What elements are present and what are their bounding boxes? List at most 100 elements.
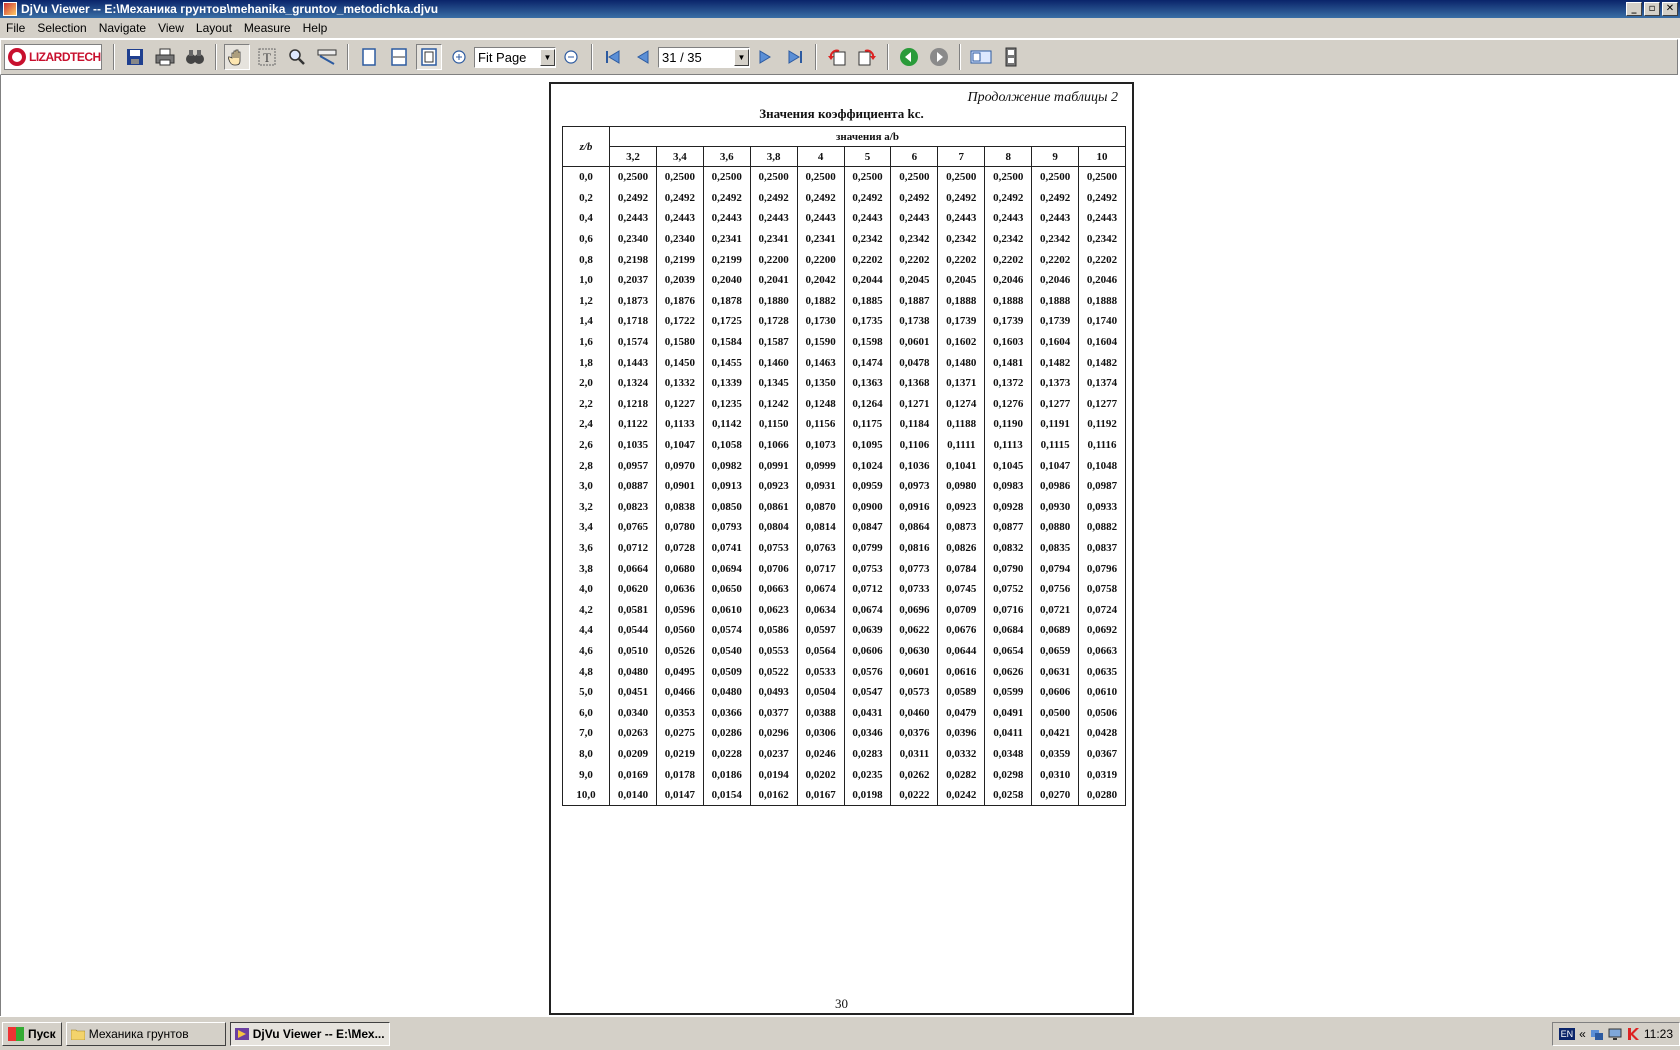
fit-page-button[interactable] — [416, 44, 442, 70]
page-number-select[interactable]: 31 / 35 ▼ — [658, 46, 750, 68]
fit-width-button[interactable] — [386, 44, 412, 70]
column-header: 9 — [1031, 146, 1079, 167]
measure-tool-button[interactable] — [314, 44, 340, 70]
table-cell: 0,2443 — [890, 208, 938, 229]
continuous-view-button[interactable] — [998, 44, 1024, 70]
table-cell: 0,1191 — [1031, 414, 1079, 435]
table-cell: 0,2342 — [1031, 228, 1079, 250]
table-cell: 0,0916 — [890, 496, 938, 518]
next-page-button[interactable] — [752, 44, 778, 70]
close-button[interactable]: ✕ — [1662, 2, 1678, 16]
last-page-button[interactable] — [782, 44, 808, 70]
rotate-left-button[interactable] — [824, 44, 850, 70]
thumbnails-button[interactable] — [968, 44, 994, 70]
document-view[interactable]: Продолжение таблицы 2 Значения коэффицие… — [0, 75, 1680, 1016]
table-cell: 0,0194 — [749, 764, 798, 785]
table-cell: 0,0826 — [937, 537, 985, 559]
back-arrow-icon — [900, 48, 918, 66]
table-cell: 0,0717 — [796, 558, 845, 579]
antivirus-icon[interactable] — [1626, 1027, 1640, 1041]
menu-navigate[interactable]: Navigate — [93, 21, 152, 35]
row-label-cell: 4,8 — [562, 661, 610, 682]
table-cell: 0,1482 — [1031, 352, 1079, 373]
task-label: Механика грунтов — [88, 1026, 189, 1041]
row-label-cell: 4,0 — [562, 578, 610, 600]
find-button[interactable] — [182, 44, 208, 70]
table-cell: 0,1277 — [1031, 393, 1079, 415]
start-button[interactable]: Пуск — [2, 1021, 62, 1046]
actual-size-button[interactable] — [356, 44, 382, 70]
table-cell: 0,1598 — [843, 331, 891, 353]
lizardtech-logo[interactable]: LIZARDTECH — [4, 44, 102, 70]
table-cell: 0,1455 — [702, 352, 751, 373]
table-row: 0,4 0,2443 0,2443 0,2443 0,2443 0,2443 0,2443 0… — [562, 208, 1126, 229]
table-cell: 0,0202 — [796, 764, 845, 785]
minimize-button[interactable]: _ — [1626, 2, 1642, 16]
table-cell: 0,0599 — [984, 681, 1032, 703]
maximize-button[interactable]: ▫ — [1644, 2, 1660, 16]
zoom-in-button[interactable] — [446, 44, 472, 70]
table-continuation-label: Продолжение таблицы 2 — [967, 90, 1118, 105]
forward-button[interactable] — [926, 44, 952, 70]
monitor-icon[interactable] — [1608, 1027, 1622, 1041]
table-cell: 0,1739 — [937, 311, 985, 332]
table-cell: 0,0564 — [796, 640, 845, 662]
first-page-button[interactable] — [600, 44, 626, 70]
zoom-tool-button[interactable] — [284, 44, 310, 70]
table-cell: 0,2341 — [796, 228, 845, 250]
zoom-out-button[interactable] — [558, 44, 584, 70]
table-cell: 0,1371 — [937, 372, 985, 394]
print-button[interactable] — [152, 44, 178, 70]
table-cell: 0,1722 — [655, 311, 704, 332]
table-cell: 0,1041 — [937, 455, 985, 476]
table-cell: 0,1277 — [1078, 393, 1126, 415]
chevron-down-icon[interactable]: ▼ — [734, 48, 749, 66]
back-button[interactable] — [896, 44, 922, 70]
table-cell: 0,1725 — [702, 311, 751, 332]
table-cell: 0,2342 — [937, 228, 985, 250]
table-cell: 0,2202 — [937, 249, 985, 270]
text-select-button[interactable]: T — [254, 44, 280, 70]
table-cell: 0,0491 — [984, 702, 1032, 724]
zoom-select[interactable]: Fit Page ▼ — [474, 46, 556, 68]
table-cell: 0,2492 — [749, 187, 798, 209]
table-cell: 0,1024 — [843, 455, 891, 476]
table-cell: 0,1047 — [1031, 455, 1079, 476]
table-cell: 0,0553 — [749, 640, 798, 662]
table-cell: 0,0659 — [1031, 640, 1079, 662]
table-cell: 0,0804 — [749, 517, 798, 538]
table-cell: 0,0763 — [796, 537, 845, 559]
table-row: 10,0 0,0140 0,0147 0,0154 0,0162 0,0167 0,0198… — [562, 784, 1126, 807]
table-cell: 0,2202 — [984, 249, 1032, 270]
hand-tool-button[interactable] — [224, 44, 250, 70]
tray-expand-button[interactable]: « — [1579, 1027, 1586, 1041]
table-cell: 0,1150 — [749, 414, 798, 435]
table-cell: 0,1274 — [937, 393, 985, 415]
menu-measure[interactable]: Measure — [238, 21, 297, 35]
menu-file[interactable]: File — [0, 21, 31, 35]
language-indicator[interactable]: EN — [1558, 1027, 1576, 1040]
previous-page-icon — [637, 50, 649, 64]
table-cell: 0,1192 — [1078, 414, 1126, 435]
menu-help[interactable]: Help — [297, 21, 334, 35]
save-button[interactable] — [122, 44, 148, 70]
chevron-down-icon[interactable]: ▼ — [540, 48, 555, 66]
menu-view[interactable]: View — [152, 21, 190, 35]
table-cell: 0,0674 — [843, 599, 891, 621]
table-cell: 0,0980 — [937, 475, 985, 497]
zoom-value: Fit Page — [478, 49, 527, 65]
table-cell: 0,2443 — [796, 208, 845, 229]
taskbar-item-djvu[interactable]: DjVu Viewer -- E:\Мех... — [229, 1021, 390, 1046]
network-icon[interactable] — [1590, 1027, 1604, 1041]
table-cell: 0,0986 — [1031, 475, 1079, 497]
menu-selection[interactable]: Selection — [31, 21, 92, 35]
table-cell: 0,0753 — [749, 537, 798, 559]
menu-layout[interactable]: Layout — [190, 21, 238, 35]
rotate-right-button[interactable] — [854, 44, 880, 70]
taskbar-item-folder[interactable]: Механика грунтов — [65, 1021, 226, 1046]
table-cell: 0,1332 — [655, 372, 704, 394]
table-cell: 0,1374 — [1078, 372, 1126, 394]
previous-page-button[interactable] — [630, 44, 656, 70]
table-cell: 0,0346 — [843, 723, 891, 744]
table-cell: 0,0676 — [937, 620, 985, 641]
